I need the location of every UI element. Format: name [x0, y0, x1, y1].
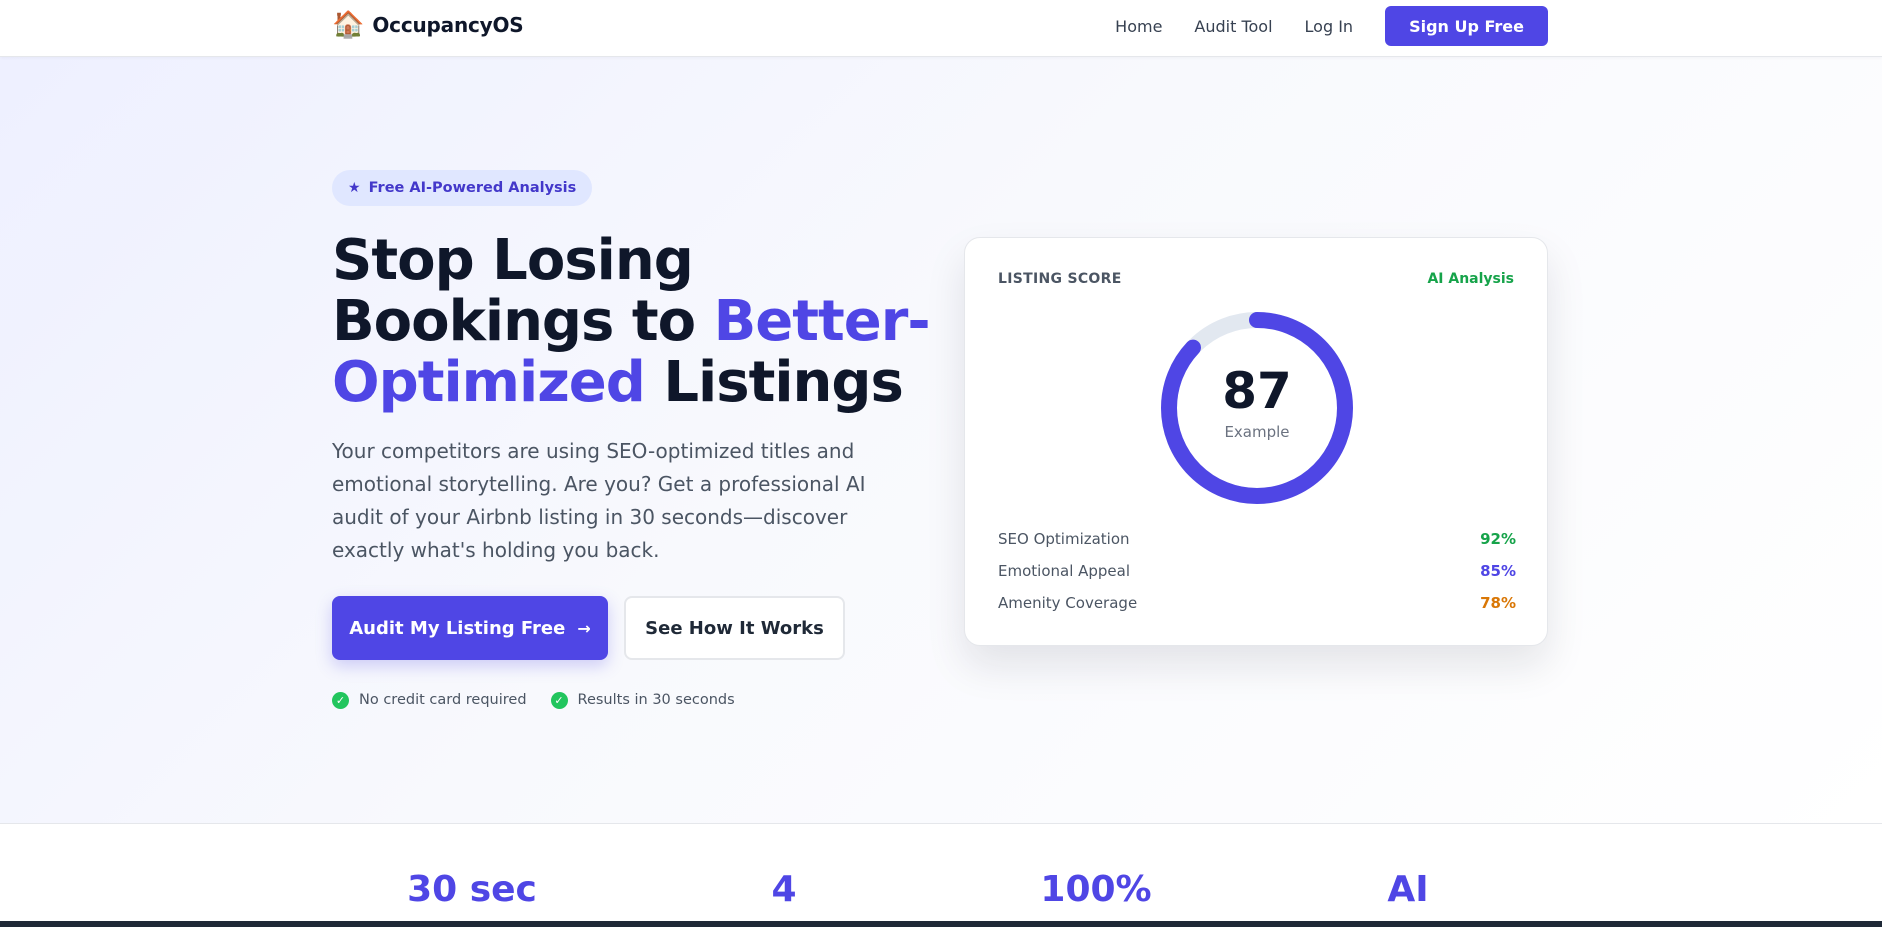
metric-value: 85%	[1480, 562, 1516, 580]
house-icon: 🏠	[332, 10, 365, 40]
trust-checks: ✓ No credit card required ✓ Results in 3…	[332, 690, 759, 710]
check-label: No credit card required	[359, 692, 527, 708]
nav-link-home[interactable]: Home	[1115, 17, 1162, 36]
check-item: ✓ No credit card required	[332, 691, 527, 709]
check-item: ✓ Results in 30 seconds	[550, 691, 735, 709]
nav-links: Home Audit Tool Log In Sign Up Free	[1115, 6, 1548, 46]
stat-value: 30 sec	[407, 869, 537, 910]
arrow-right-icon: →	[577, 618, 591, 638]
checkmark-icon: ✓	[550, 691, 568, 709]
top-navbar: 🏠 OccupancyOS Home Audit Tool Log In Sig…	[0, 0, 1882, 57]
metric-row-emotional: Emotional Appeal 85%	[998, 560, 1516, 582]
sign-up-button[interactable]: Sign Up Free	[1385, 6, 1548, 46]
stat-value: 4	[771, 869, 797, 910]
metric-label: Amenity Coverage	[998, 594, 1138, 612]
brand-logo[interactable]: 🏠 OccupancyOS	[332, 10, 524, 40]
see-how-it-works-button[interactable]: See How It Works	[624, 596, 845, 660]
metric-value: 92%	[1480, 530, 1516, 548]
ai-analysis-tag: AI Analysis	[1427, 271, 1514, 287]
hero-headline: Stop Losing Bookings to Better-Optimized…	[332, 230, 932, 413]
card-label: LISTING SCORE	[998, 271, 1122, 287]
brand-name: OccupancyOS	[372, 13, 524, 37]
star-icon: ★	[348, 180, 361, 196]
metric-row-amenity: Amenity Coverage 78%	[998, 592, 1516, 614]
stat-value: AI	[1387, 869, 1429, 910]
stat-value: 100%	[1040, 869, 1152, 910]
badge-label: Free AI-Powered Analysis	[368, 180, 577, 196]
metric-value: 78%	[1480, 594, 1516, 612]
bottom-bar	[0, 921, 1882, 927]
score-value: 87	[1222, 362, 1292, 420]
audit-listing-button[interactable]: Audit My Listing Free →	[332, 596, 608, 660]
score-caption: Example	[1224, 423, 1290, 441]
stats-strip: 30 sec 4 100% AI	[0, 824, 1882, 927]
headline-part-2: Listings	[644, 350, 903, 415]
listing-score-card: LISTING SCORE AI Analysis 87 Example SEO…	[964, 237, 1548, 646]
audit-listing-label: Audit My Listing Free	[349, 617, 566, 639]
metric-row-seo: SEO Optimization 92%	[998, 528, 1516, 550]
feature-badge: ★ Free AI-Powered Analysis	[332, 170, 593, 206]
score-gauge: 87 Example	[1159, 310, 1355, 506]
metric-label: SEO Optimization	[998, 530, 1130, 548]
nav-link-audit-tool[interactable]: Audit Tool	[1194, 17, 1272, 36]
headline-part-1: Stop Losing Bookings to	[332, 228, 714, 354]
hero-subcopy: Your competitors are using SEO-optimized…	[332, 439, 866, 562]
metric-label: Emotional Appeal	[998, 562, 1131, 580]
check-label: Results in 30 seconds	[577, 692, 735, 708]
hero-section: ★ Free AI-Powered Analysis Stop Losing B…	[0, 57, 1882, 824]
nav-link-log-in[interactable]: Log In	[1305, 17, 1354, 36]
checkmark-icon: ✓	[332, 691, 349, 709]
